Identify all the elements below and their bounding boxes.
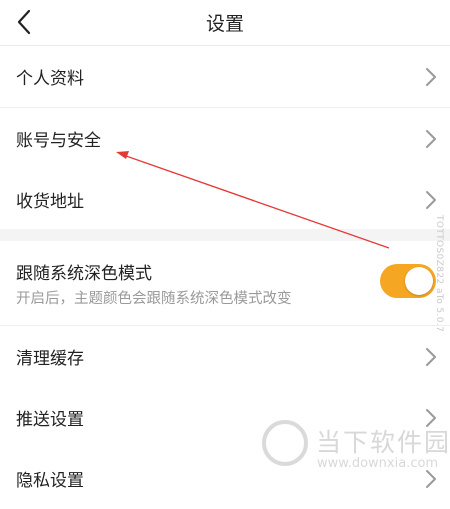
page-title: 设置 xyxy=(205,13,244,35)
settings-item-label: 账号与安全 xyxy=(16,131,101,151)
dark-mode-setting: 跟随系统深色模式 开启后，主题颜色会跟随系统深色模式改变 xyxy=(0,241,450,326)
watermark-site-name: 当下软件园 xyxy=(316,428,450,457)
section-divider xyxy=(0,229,450,241)
settings-item-label: 个人资料 xyxy=(16,69,84,89)
dark-mode-toggle[interactable] xyxy=(380,264,436,298)
dark-mode-description: 开启后，主题颜色会跟随系统深色模式改变 xyxy=(16,291,292,307)
settings-item-clear-cache[interactable]: 清理缓存 xyxy=(0,326,450,388)
watermark-logo-icon xyxy=(262,420,308,466)
side-watermark-text: TOTTOS0Z822 aTo 5.0.7 xyxy=(434,215,444,333)
site-watermark: 当下软件园 www.downxia.com xyxy=(262,418,449,488)
dark-mode-label: 跟随系统深色模式 xyxy=(16,264,152,284)
settings-item-account-security[interactable]: 账号与安全 xyxy=(0,108,450,170)
settings-item-address[interactable]: 收货地址 xyxy=(0,169,450,231)
toggle-knob xyxy=(405,267,433,295)
chevron-right-icon xyxy=(426,191,436,209)
settings-item-label: 收货地址 xyxy=(16,192,84,212)
settings-item-label: 推送设置 xyxy=(16,410,84,430)
chevron-right-icon xyxy=(426,130,436,148)
settings-item-label: 清理缓存 xyxy=(16,349,84,369)
top-bar: 设置 xyxy=(0,0,450,46)
watermark-site-url: www.downxia.com xyxy=(317,456,439,471)
chevron-right-icon xyxy=(426,68,436,86)
chevron-right-icon xyxy=(426,348,436,366)
settings-item-profile[interactable]: 个人资料 xyxy=(0,46,450,108)
settings-item-label: 隐私设置 xyxy=(16,471,84,491)
